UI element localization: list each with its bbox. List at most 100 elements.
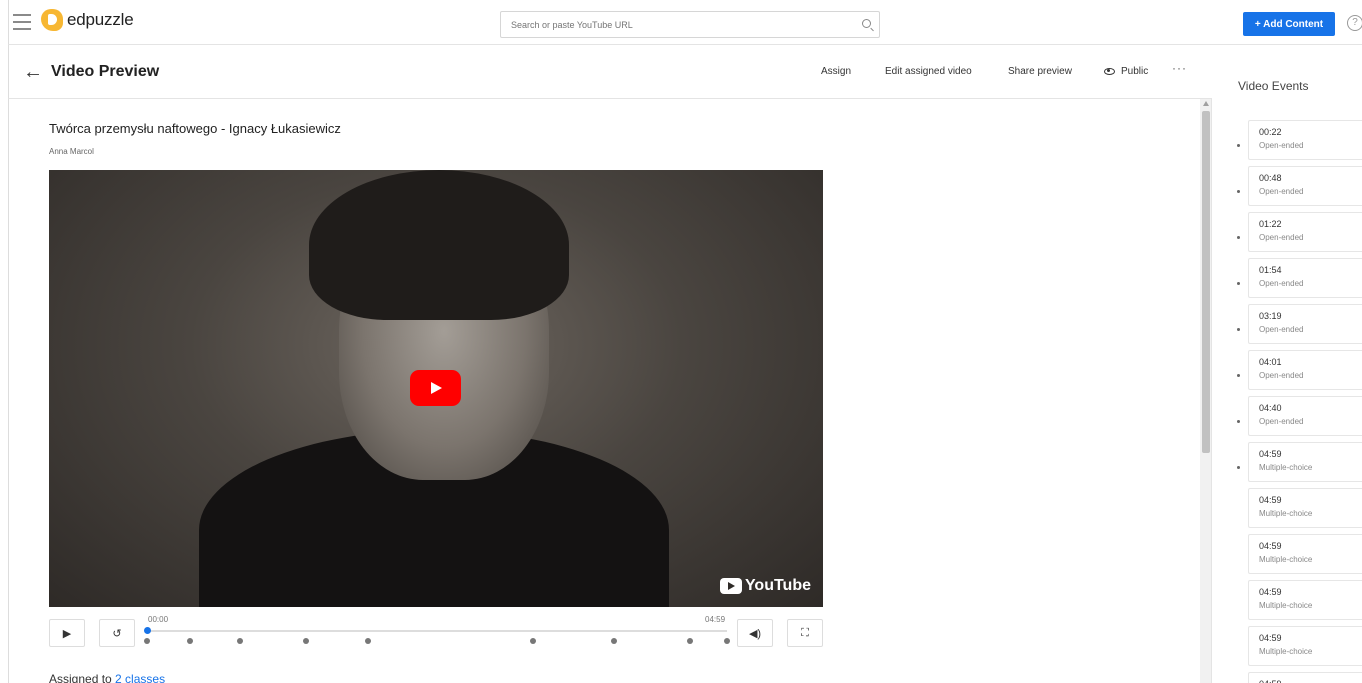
current-time: 00:00 [148,615,169,624]
assigned-classes-link[interactable]: 2 classes [115,672,165,683]
event-type: Multiple-choice [1259,647,1313,656]
page-header: ← Video Preview Assign Edit assigned vid… [8,45,1212,99]
video-timeline[interactable] [144,627,727,634]
event-type: Open-ended [1259,141,1304,150]
event-type: Open-ended [1259,187,1304,196]
event-time: 04:40 [1259,403,1282,413]
fullscreen-button[interactable]: ⛶ [787,619,823,647]
video-title: Twórca przemysłu naftowego - Ignacy Łuka… [49,121,341,136]
help-icon[interactable]: ? [1347,15,1362,31]
main-scrollbar[interactable] [1200,99,1212,683]
video-events-sidebar: Video Events 00:22 Open-ended 00:48 Open-en… [1212,45,1362,683]
event-time: 04:59 [1259,541,1282,551]
youtube-label: YouTube [744,577,811,594]
assign-button[interactable]: Assign [821,66,851,77]
search-input[interactable] [501,12,831,37]
youtube-icon [719,578,742,594]
event-type: Multiple-choice [1259,555,1313,564]
event-time: 04:59 [1259,495,1282,505]
menu-icon[interactable] [13,14,31,30]
public-label: Public [1121,66,1149,77]
total-time: 04:59 [705,615,726,624]
scroll-thumb[interactable] [1202,111,1210,453]
event-bullet [1237,328,1240,331]
event-item[interactable]: 04:59 Multiple-choice [1248,442,1362,482]
puzzle-logo-icon [41,9,63,31]
volume-button[interactable]: ◀) [737,619,773,647]
event-time: 04:59 [1259,587,1282,597]
event-bullet [1237,236,1240,239]
page-title: Video Preview [51,63,160,80]
event-time: 00:22 [1259,127,1282,137]
event-item[interactable]: 01:22 Open-ended [1248,212,1362,252]
scroll-up-arrow-icon[interactable] [1203,101,1209,106]
search-icon[interactable] [862,19,871,28]
event-time: 03:19 [1259,311,1282,321]
event-item[interactable]: 04:59 Multiple-choice [1248,580,1362,620]
event-item[interactable]: 04:59 Multiple-choice [1248,534,1362,574]
edit-assigned-video-button[interactable]: Edit assigned video [885,66,972,77]
event-type: Open-ended [1259,325,1304,334]
more-options-icon[interactable]: ··· [1172,61,1187,75]
event-time: 04:59 [1259,679,1282,683]
timeline-question-marker[interactable] [611,638,618,644]
event-type: Open-ended [1259,279,1304,288]
share-preview-button[interactable]: Share preview [1008,66,1072,77]
event-item[interactable]: 04:59 Multiple-choice [1248,626,1362,666]
assigned-info: Assigned to 2 classes [49,672,165,683]
event-bullet [1237,190,1240,193]
youtube-play-icon[interactable] [410,370,461,406]
public-toggle[interactable]: Public [1104,66,1148,77]
video-frame-hair [309,170,569,320]
event-bullet [1237,466,1240,469]
top-bar: edpuzzle + Add Content ? [8,0,1362,45]
event-time: 00:48 [1259,173,1282,183]
rewind-button[interactable]: ↺ [99,619,135,647]
event-item[interactable]: 04:40 Open-ended [1248,396,1362,436]
event-time: 04:59 [1259,633,1282,643]
event-item[interactable]: 04:01 Open-ended [1248,350,1362,390]
event-bullet [1237,374,1240,377]
play-button[interactable]: ▶ [49,619,85,647]
event-item[interactable]: 04:59 Multiple-choice [1248,488,1362,528]
event-type: Multiple-choice [1259,463,1313,472]
timeline-question-marker[interactable] [186,638,193,644]
event-item[interactable]: 03:19 Open-ended [1248,304,1362,344]
event-item[interactable]: 01:54 Open-ended [1248,258,1362,298]
timeline-question-marker[interactable] [724,638,730,644]
eye-icon [1104,67,1115,75]
youtube-logo[interactable]: YouTube [719,577,811,595]
timeline-question-marker[interactable] [303,638,310,644]
edpuzzle-logo[interactable]: edpuzzle [41,9,134,31]
event-time: 01:22 [1259,219,1282,229]
timeline-handle[interactable] [144,627,151,634]
add-content-button[interactable]: + Add Content [1243,12,1335,36]
event-bullet [1237,282,1240,285]
event-bullet [1237,144,1240,147]
timeline-question-marker[interactable] [237,638,244,644]
event-item[interactable]: 00:22 Open-ended [1248,120,1362,160]
timeline-question-marker[interactable] [144,638,150,644]
event-type: Multiple-choice [1259,601,1313,610]
event-item[interactable]: 04:59 [1248,672,1362,683]
brand-name: edpuzzle [67,10,134,29]
assigned-prefix: Assigned to [49,672,116,683]
video-player[interactable]: YouTube [49,170,823,607]
event-bullet [1237,420,1240,423]
video-preview-main: Twórca przemysłu naftowego - Ignacy Łuka… [8,99,1200,683]
timeline-question-marker[interactable] [687,638,694,644]
event-type: Open-ended [1259,417,1304,426]
timeline-question-marker[interactable] [530,638,537,644]
event-type: Multiple-choice [1259,509,1313,518]
event-time: 04:59 [1259,449,1282,459]
event-time: 04:01 [1259,357,1282,367]
event-type: Open-ended [1259,233,1304,242]
search-box [500,11,880,38]
event-type: Open-ended [1259,371,1304,380]
back-arrow-icon[interactable]: ← [23,61,43,84]
event-time: 01:54 [1259,265,1282,275]
sidebar-title: Video Events [1238,79,1309,93]
event-item[interactable]: 00:48 Open-ended [1248,166,1362,206]
timeline-question-marker[interactable] [365,638,372,644]
video-author: Anna Marcol [49,147,94,156]
